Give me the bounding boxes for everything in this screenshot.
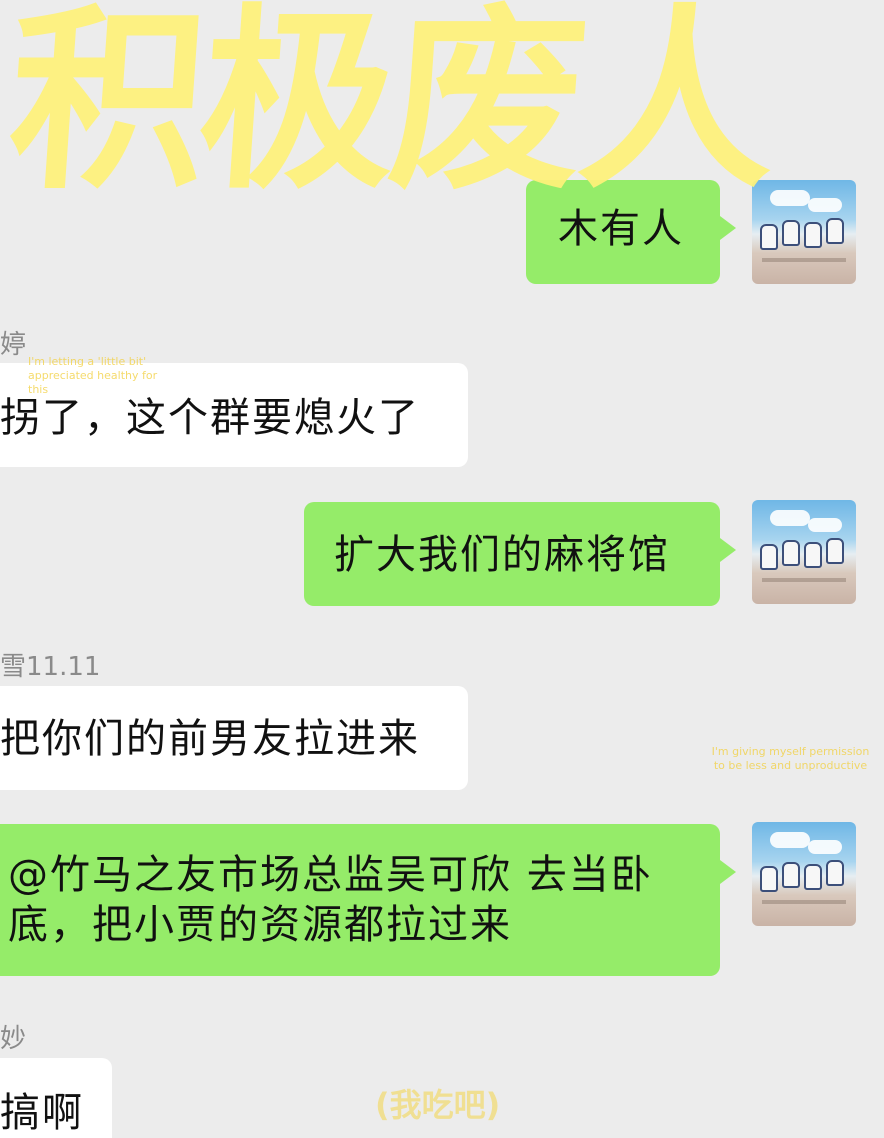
watermark-text: I'm giving myself permission to be less … [711,745,870,772]
avatar[interactable] [752,180,856,284]
message-text-line: 底，把小贾的资源都拉过来 [8,902,512,948]
message-text: 扩大我们的麻将馆 [334,532,670,578]
sender-name: 妙 [0,1024,27,1054]
overlay-title: 积极废人 [2,0,778,216]
avatar[interactable] [752,500,856,604]
watermark-text: I'm letting a 'little bit' appreciated h… [28,355,158,396]
chat-screen: 木有人 婷 拐了，这个群要熄火了 扩大我们的麻将馆 雪11.11 把你们的前男友… [0,0,884,1138]
avatar[interactable] [752,822,856,926]
watermark-text: (我吃吧) [375,1086,501,1124]
message-bubble-incoming[interactable]: 搞啊 [0,1058,112,1138]
message-bubble-outgoing[interactable]: 扩大我们的麻将馆 [304,502,736,606]
message-bubble-outgoing[interactable]: @竹马之友市场总监吴可欣 去当卧 底，把小贾的资源都拉过来 [0,824,736,976]
message-text: 把你们的前男友拉进来 [0,716,420,762]
sender-name: 婷 [0,330,27,360]
message-text-line: @竹马之友市场总监吴可欣 去当卧 [8,852,653,898]
message-text: 拐了，这个群要熄火了 [0,395,420,441]
message-bubble-incoming[interactable]: 把你们的前男友拉进来 [0,686,468,790]
sender-name: 雪11.11 [0,652,101,682]
message-text: 搞啊 [0,1090,84,1136]
